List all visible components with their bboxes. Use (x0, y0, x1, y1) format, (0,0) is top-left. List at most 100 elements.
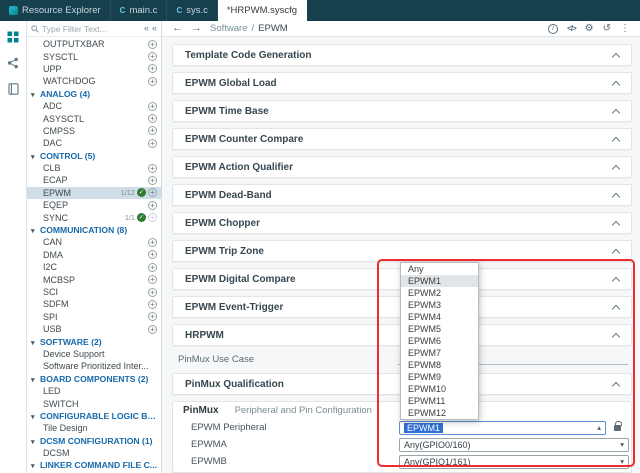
dropdown-option-epwm4[interactable]: EPWM4 (401, 311, 478, 323)
tree-item-sync[interactable]: SYNC 1/1 (27, 211, 161, 223)
section-epwm-action-qualifier[interactable]: EPWM Action Qualifier (172, 156, 632, 178)
dropdown-option-epwm9[interactable]: EPWM9 (401, 371, 478, 383)
tree-item-sysctl[interactable]: SYSCTL (27, 50, 161, 62)
add-instance-button[interactable] (148, 163, 157, 173)
section-epwm-chopper[interactable]: EPWM Chopper (172, 212, 632, 234)
gear-icon[interactable]: ⚙ (585, 23, 594, 34)
dropdown-option-epwm2[interactable]: EPWM2 (401, 287, 478, 299)
add-instance-button[interactable] (148, 138, 157, 148)
forward-arrow-icon[interactable]: → (191, 23, 202, 34)
code-icon[interactable]: </> (567, 24, 577, 33)
section-epwm-trip-zone[interactable]: EPWM Trip Zone (172, 240, 632, 262)
section-epwm-counter-compare[interactable]: EPWM Counter Compare (172, 128, 632, 150)
dropdown-option-epwm12[interactable]: EPWM12 (401, 407, 478, 419)
add-instance-button[interactable] (148, 76, 157, 86)
dropdown-option-epwm5[interactable]: EPWM5 (401, 323, 478, 335)
tree-item-software-prioritized-inter[interactable]: Software Prioritized Inter... (27, 360, 161, 372)
tree-category-linker-command-file-c[interactable]: LINKER COMMAND FILE C... (27, 459, 161, 471)
history-icon[interactable]: ↺ (603, 23, 611, 34)
epwma-select[interactable]: Any(GPIO0/160) ▾ (399, 437, 629, 452)
tree-category-dcsm-configuration-1[interactable]: DCSM CONFIGURATION (1) (27, 435, 161, 447)
add-instance-button[interactable] (148, 64, 157, 74)
section-epwm-global-load[interactable]: EPWM Global Load (172, 72, 632, 94)
add-instance-button[interactable] (148, 52, 157, 62)
tree-item-label: UPP (43, 63, 62, 74)
dropdown-option-epwm3[interactable]: EPWM3 (401, 299, 478, 311)
book-icon[interactable] (7, 83, 19, 95)
tree-category-configurable-logic-bl[interactable]: CONFIGURABLE LOGIC BL... (27, 410, 161, 422)
tree-item-asysctl[interactable]: ASYSCTL (27, 112, 161, 124)
add-instance-button[interactable] (148, 262, 157, 272)
kebab-menu-icon[interactable]: ⋮ (620, 23, 630, 34)
tree-item-dcsm[interactable]: DCSM (27, 447, 161, 459)
add-instance-button[interactable] (148, 275, 157, 285)
tree-item-epwm[interactable]: EPWM 1/12 (27, 186, 161, 200)
add-instance-button[interactable] (148, 114, 157, 124)
add-instance-button[interactable] (148, 312, 157, 322)
add-instance-button[interactable] (148, 299, 157, 309)
add-instance-button[interactable] (148, 175, 157, 185)
epwm-peripheral-select[interactable]: EPWM1 ▴ (399, 420, 606, 435)
dropdown-option-epwm7[interactable]: EPWM7 (401, 347, 478, 359)
info-icon[interactable]: i (548, 23, 559, 34)
collapse-all-icon[interactable]: « (144, 24, 149, 33)
tree-item-tile-design[interactable]: Tile Design (27, 422, 161, 434)
add-instance-button[interactable] (148, 188, 157, 198)
tab-resource-explorer[interactable]: Resource Explorer (0, 0, 111, 21)
add-instance-button[interactable] (148, 39, 157, 49)
filter-input[interactable] (42, 23, 141, 34)
add-instance-button[interactable] (148, 200, 157, 210)
add-instance-button[interactable] (148, 324, 157, 334)
apps-icon[interactable] (7, 31, 19, 43)
add-instance-button[interactable] (148, 250, 157, 260)
tree-item-device-support[interactable]: Device Support (27, 348, 161, 360)
tree-item-eqep[interactable]: EQEP (27, 199, 161, 211)
tree-item-i2c[interactable]: I2C (27, 261, 161, 273)
tree-item-clb[interactable]: CLB (27, 162, 161, 174)
section-title: PinMux Qualification (185, 378, 284, 390)
epwmb-select[interactable]: Any(GPIO1/161) ▾ (399, 454, 629, 469)
tab-sys-c[interactable]: Csys.c (167, 0, 218, 21)
add-instance-button[interactable] (148, 287, 157, 297)
tab-hrpwm-syscfg[interactable]: *HRPWM.syscfg (217, 0, 308, 21)
tree-item-led[interactable]: LED (27, 385, 161, 397)
dropdown-option-epwm8[interactable]: EPWM8 (401, 359, 478, 371)
tree-category-software-2[interactable]: SOFTWARE (2) (27, 335, 161, 347)
tree-category-communication-8[interactable]: COMMUNICATION (8) (27, 224, 161, 236)
collapse-panel-icon[interactable]: « (152, 24, 157, 33)
dropdown-option-epwm6[interactable]: EPWM6 (401, 335, 478, 347)
tree-item-sdfm[interactable]: SDFM (27, 298, 161, 310)
tree-category-control-5[interactable]: CONTROL (5) (27, 150, 161, 162)
tab-main-c[interactable]: Cmain.c (111, 0, 168, 21)
tree-item-mcbsp[interactable]: MCBSP (27, 273, 161, 285)
add-instance-button[interactable] (148, 237, 157, 247)
dropdown-option-any[interactable]: Any (401, 263, 478, 275)
add-instance-button[interactable] (148, 101, 157, 111)
tree-item-usb[interactable]: USB (27, 323, 161, 335)
tree-item-can[interactable]: CAN (27, 236, 161, 248)
tree-item-sci[interactable]: SCI (27, 286, 161, 298)
tree-item-ecap[interactable]: ECAP (27, 174, 161, 186)
breadcrumb-root[interactable]: Software (210, 23, 248, 34)
tree-category-analog-4[interactable]: ANALOG (4) (27, 88, 161, 100)
tree-category-board-components-2[interactable]: BOARD COMPONENTS (2) (27, 373, 161, 385)
dropdown-option-epwm11[interactable]: EPWM11 (401, 395, 478, 407)
tree-item-switch[interactable]: SWITCH (27, 397, 161, 409)
tree-item-upp[interactable]: UPP (27, 63, 161, 75)
section-template-code-generation[interactable]: Template Code Generation (172, 44, 632, 66)
tree-item-dma[interactable]: DMA (27, 249, 161, 261)
tree-item-watchdog[interactable]: WATCHDOG (27, 75, 161, 87)
dropdown-option-epwm1[interactable]: EPWM1 (401, 275, 478, 287)
tree-item-cmpss[interactable]: CMPSS (27, 125, 161, 137)
section-epwm-dead-band[interactable]: EPWM Dead-Band (172, 184, 632, 206)
dropdown-option-epwm10[interactable]: EPWM10 (401, 383, 478, 395)
section-epwm-time-base[interactable]: EPWM Time Base (172, 100, 632, 122)
add-instance-button[interactable] (148, 126, 157, 136)
field-list: EPWM Peripheral EPWM1 ▴ EPWMA Any(GPIO0/160)… (173, 419, 631, 470)
tree-item-adc[interactable]: ADC (27, 100, 161, 112)
tree-item-outputxbar[interactable]: OUTPUTXBAR (27, 38, 161, 50)
back-arrow-icon[interactable]: ← (172, 23, 183, 34)
tree-item-spi[interactable]: SPI (27, 311, 161, 323)
tree-item-dac[interactable]: DAC (27, 137, 161, 149)
share-icon[interactable] (7, 57, 19, 69)
